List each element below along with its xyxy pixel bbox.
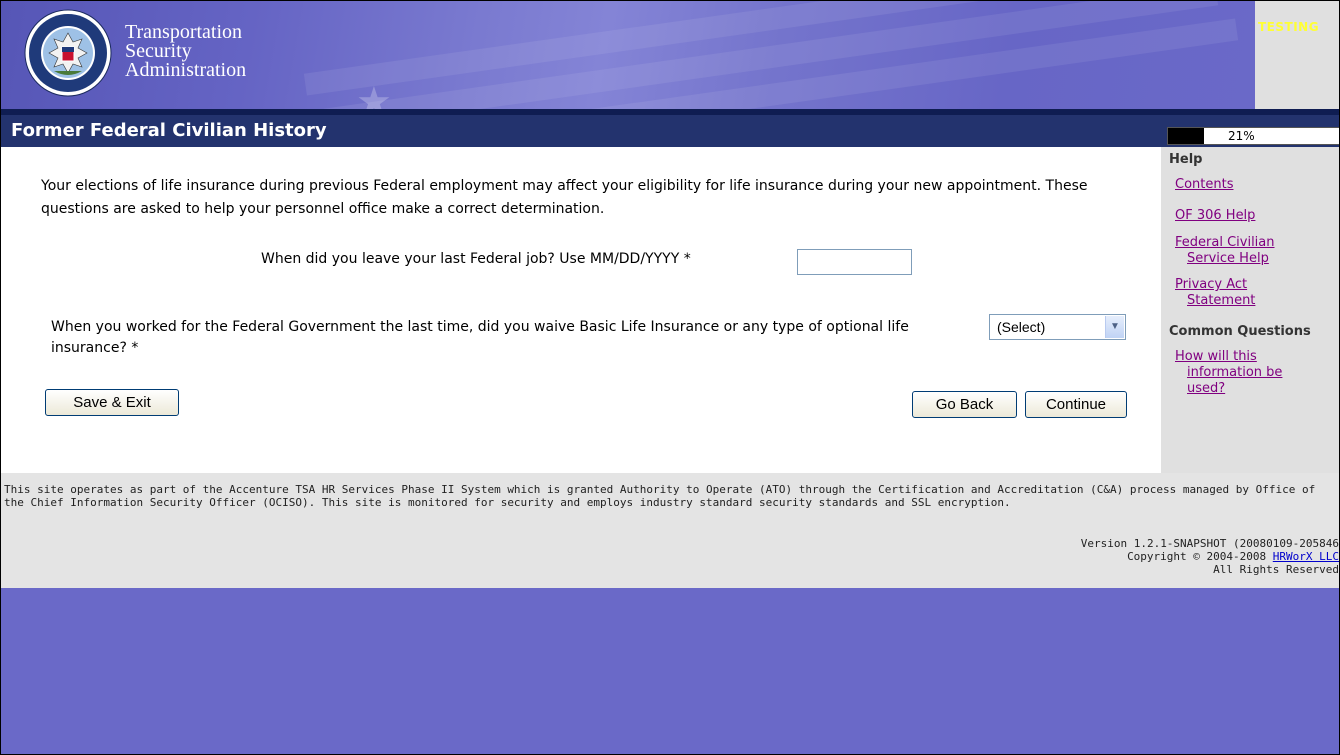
- page-title: Former Federal Civilian History: [11, 120, 327, 141]
- progress-bar: 21%: [1167, 127, 1339, 145]
- footer: This site operates as part of the Accent…: [1, 473, 1339, 588]
- waive-insurance-selected: (Select): [997, 319, 1046, 335]
- help-sidebar: Help Contents OF 306 Help Federal Civili…: [1161, 147, 1339, 473]
- save-exit-button[interactable]: Save & Exit: [45, 389, 179, 416]
- help-link-federal-civilian-line2: Service Help: [1187, 251, 1269, 266]
- version-text: Version 1.2.1-SNAPSHOT (20080109-205846: [1080, 537, 1339, 550]
- copyright-text: Copyright © 2004-2008: [1127, 550, 1273, 563]
- help-link-how-line1: How will this: [1175, 349, 1257, 364]
- leave-date-input[interactable]: [797, 249, 912, 275]
- header-banner: ★ Transportation Security Administration: [1, 1, 1255, 109]
- chevron-down-icon[interactable]: ▼: [1105, 316, 1124, 338]
- agency-name: Transportation Security Administration: [125, 22, 247, 81]
- help-heading: Help: [1169, 152, 1203, 167]
- waive-insurance-label: When you worked for the Federal Governme…: [51, 319, 909, 356]
- star-decoration-icon: ★: [356, 79, 392, 109]
- continue-button[interactable]: Continue: [1025, 391, 1127, 418]
- leave-date-label: When did you leave your last Federal job…: [261, 251, 691, 267]
- environment-badge: TESTING: [1258, 20, 1320, 34]
- copyright-line: Copyright © 2004-2008 HRWorX LLC: [1081, 550, 1339, 563]
- agency-name-line3: Administration: [125, 59, 247, 81]
- security-notice: This site operates as part of the Accent…: [4, 483, 1316, 509]
- hrworx-link[interactable]: HRWorX LLC: [1273, 550, 1339, 563]
- main-content: Your elections of life insurance during …: [1, 147, 1161, 473]
- go-back-button[interactable]: Go Back: [912, 391, 1017, 418]
- environment-panel: [1255, 1, 1339, 109]
- dhs-seal-icon: [24, 9, 112, 97]
- help-link-how-used[interactable]: How will this information be used?: [1175, 349, 1282, 397]
- help-link-privacy-act[interactable]: Privacy Act Statement: [1175, 277, 1255, 309]
- help-link-contents[interactable]: Contents: [1175, 177, 1233, 193]
- help-link-of306[interactable]: OF 306 Help: [1175, 208, 1255, 224]
- title-bar: Former Federal Civilian History: [1, 109, 1161, 147]
- help-link-federal-civilian[interactable]: Federal Civilian Service Help: [1175, 235, 1275, 267]
- common-questions-heading: Common Questions: [1169, 324, 1311, 339]
- page-frame: ★ Transportation Security Administration…: [0, 0, 1340, 755]
- intro-text: Your elections of life insurance during …: [41, 178, 1088, 217]
- progress-fill: [1168, 128, 1205, 144]
- rights-text: All Rights Reserved: [1213, 563, 1339, 576]
- help-link-federal-civilian-line1: Federal Civilian: [1175, 235, 1275, 250]
- version-info: Version 1.2.1-SNAPSHOT (20080109-205846 …: [1081, 537, 1339, 576]
- help-link-privacy-line1: Privacy Act: [1175, 277, 1248, 292]
- waive-insurance-select[interactable]: (Select) ▼: [989, 314, 1126, 340]
- progress-percent: 21%: [1228, 129, 1255, 143]
- help-link-how-line3: used?: [1187, 381, 1226, 396]
- progress-area: 21%: [1161, 109, 1339, 147]
- help-link-how-line2: information be: [1187, 365, 1283, 380]
- help-link-privacy-line2: Statement: [1187, 293, 1256, 308]
